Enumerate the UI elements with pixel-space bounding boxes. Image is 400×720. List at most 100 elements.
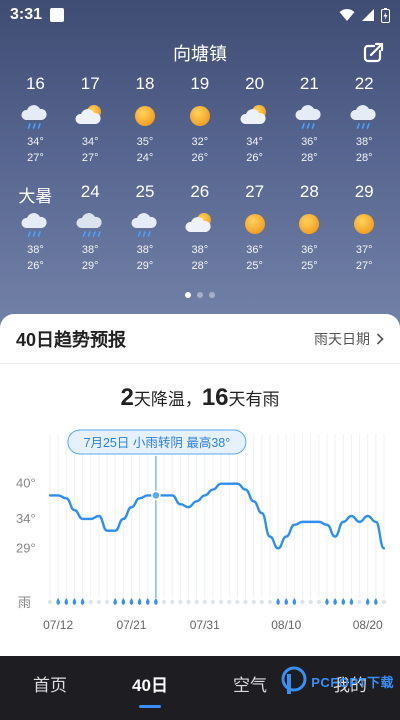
rain-dates-link[interactable]: 雨天日期 <box>314 329 384 349</box>
data-point[interactable] <box>301 521 304 523</box>
forecast-day[interactable]: 19 32° 26° <box>172 74 227 166</box>
data-point[interactable] <box>326 524 328 526</box>
rain-drop-mark <box>113 598 117 605</box>
forecast-day[interactable]: 20 34° 26° <box>227 74 282 166</box>
forecast-day[interactable]: 26 38° 28° <box>172 182 227 274</box>
high-temp: 32° <box>191 136 209 148</box>
x-tick-label: 08/20 <box>353 618 383 632</box>
data-point[interactable] <box>269 535 271 538</box>
forecast-day[interactable]: 22 38° 28° <box>337 74 392 166</box>
data-point[interactable] <box>342 521 345 523</box>
data-point[interactable] <box>350 515 353 517</box>
forecast-day[interactable]: 28 36° 25° <box>282 182 337 274</box>
no-rain-mark <box>227 599 232 605</box>
data-point[interactable] <box>106 529 108 532</box>
high-temp: 35° <box>136 136 154 148</box>
low-temp: 27° <box>27 152 44 164</box>
highlight-point[interactable] <box>151 490 161 501</box>
status-bar: 3:31 <box>0 0 400 30</box>
forecast-day[interactable]: 25 38° 29° <box>118 182 173 274</box>
data-point[interactable] <box>285 535 288 538</box>
data-point[interactable] <box>261 512 263 514</box>
card-header: 40日趋势预报 雨天日期 <box>0 314 400 364</box>
data-point[interactable] <box>179 503 182 506</box>
notification-icon <box>50 8 65 22</box>
data-point[interactable] <box>130 506 133 508</box>
data-point[interactable] <box>195 500 198 503</box>
sun-cloud-icon <box>240 105 266 124</box>
data-point[interactable] <box>220 482 222 485</box>
tab-home[interactable]: 首页 <box>0 656 100 720</box>
y-tick-label: 40° <box>16 476 36 491</box>
forecast-day[interactable]: 18 35° 24° <box>118 74 173 166</box>
no-rain-mark <box>316 599 322 605</box>
data-point[interactable] <box>146 494 149 497</box>
data-point[interactable] <box>49 494 51 497</box>
forecast-day[interactable]: 17 34° 27° <box>63 74 118 166</box>
rain-drop-mark <box>333 598 337 605</box>
status-time: 3:31 <box>10 6 43 23</box>
data-point[interactable] <box>122 518 125 520</box>
low-temp: 25° <box>301 260 318 272</box>
trend-chart[interactable]: 40° 34° 29° 7月25日 小雨转阴 最高38° 雨 07/12 07/21 07/3… <box>0 426 400 656</box>
data-point[interactable] <box>114 529 116 532</box>
data-point[interactable] <box>187 506 190 508</box>
data-point[interactable] <box>163 494 165 497</box>
data-point[interactable] <box>65 497 68 500</box>
tooltip-text: 7月25日 小雨转阴 最高38° <box>84 435 231 450</box>
rain-drop-mark <box>292 598 297 605</box>
data-point[interactable] <box>236 482 239 485</box>
data-point[interactable] <box>366 515 369 517</box>
data-point[interactable] <box>171 494 173 497</box>
share-icon[interactable] <box>362 40 386 64</box>
data-point[interactable] <box>228 482 231 485</box>
cloud-rain-icon <box>21 105 47 129</box>
no-rain-mark <box>104 599 110 605</box>
data-point[interactable] <box>334 535 336 538</box>
card-title: 40日趋势预报 <box>16 329 127 350</box>
forecast-day[interactable]: 21 36° 28° <box>282 74 337 166</box>
data-point[interactable] <box>293 524 296 526</box>
data-point[interactable] <box>203 494 206 497</box>
day-label: 19 <box>190 74 210 93</box>
data-point[interactable] <box>252 500 255 503</box>
data-point[interactable] <box>309 521 312 523</box>
data-point[interactable] <box>81 518 84 520</box>
cloud-rain-icon <box>21 213 47 237</box>
rain-drop-mark <box>349 598 354 605</box>
y-tick-label: 34° <box>16 511 36 526</box>
data-point[interactable] <box>358 521 361 523</box>
data-point[interactable] <box>383 547 385 550</box>
tab-40day[interactable]: 40日 <box>100 656 200 720</box>
high-temp: 38° <box>191 244 209 256</box>
data-point[interactable] <box>277 547 279 550</box>
forecast-day[interactable]: 16 34° 27° <box>8 74 63 166</box>
forecast-row-week1[interactable]: 16 34° 27° 17 34° 27° 18 35° 24° 19 32° 26° 20 34° 26°… <box>8 74 392 166</box>
data-point[interactable] <box>138 497 141 500</box>
no-rain-mark <box>357 599 362 605</box>
data-point[interactable] <box>212 488 214 491</box>
data-point[interactable] <box>98 515 100 517</box>
rain-days-text: 天有雨 <box>228 390 280 409</box>
high-temp: 34° <box>27 136 44 148</box>
data-point[interactable] <box>73 509 76 511</box>
high-temp: 38° <box>136 244 154 256</box>
low-temp: 27° <box>355 260 373 272</box>
rain-drop-mark <box>121 598 126 605</box>
forecast-day[interactable]: 29 37° 27° <box>337 182 392 274</box>
forecast-day[interactable]: 大暑 38° 26° <box>8 182 63 274</box>
forecast-day[interactable]: 24 38° 29° <box>63 182 118 274</box>
data-point[interactable] <box>244 488 247 491</box>
watermark-text: PCFOPT下载 <box>311 674 394 690</box>
sun-cloud-icon <box>75 105 102 124</box>
location-title[interactable]: 向塘镇 <box>0 40 400 66</box>
data-point[interactable] <box>57 494 59 497</box>
high-temp: 36° <box>301 136 318 148</box>
data-point[interactable] <box>318 521 320 523</box>
forecast-day[interactable]: 27 36° 25° <box>227 182 282 274</box>
day-label: 29 <box>354 182 374 201</box>
no-rain-mark <box>267 599 273 605</box>
data-point[interactable] <box>375 521 377 523</box>
data-point[interactable] <box>89 518 92 520</box>
forecast-row-week2[interactable]: 大暑 38° 26° 24 38° 29° 25 38° 29° 26 38° 28° 27 36° 25°… <box>8 182 392 274</box>
